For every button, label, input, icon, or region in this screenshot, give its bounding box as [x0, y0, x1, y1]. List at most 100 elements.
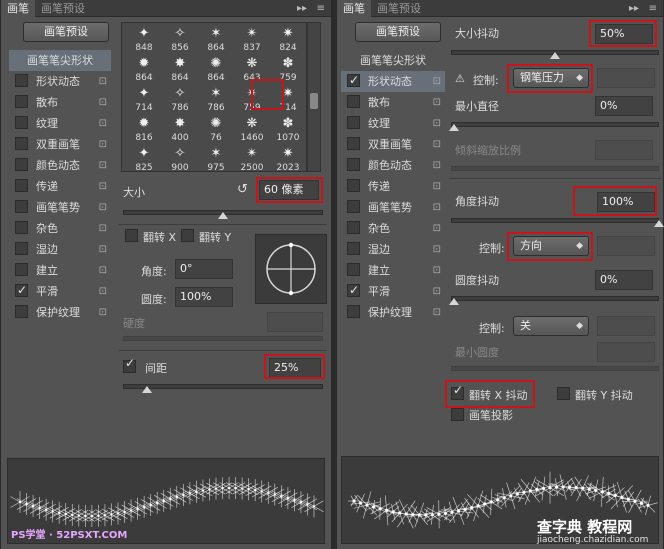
sidebar-item[interactable]: 杂色 ⊡ — [9, 218, 111, 239]
lock-icon[interactable]: ⊡ — [433, 176, 441, 197]
lock-icon[interactable]: ⊡ — [433, 71, 441, 92]
lock-icon[interactable]: ⊡ — [99, 218, 107, 239]
tab-brush-presets[interactable]: 画笔预设 — [371, 0, 427, 17]
min-diameter-input[interactable]: 0% — [595, 96, 653, 116]
sidebar-item[interactable]: 画笔笔尖形状 — [341, 50, 445, 71]
sidebar-item[interactable]: 双重画笔 ⊡ — [341, 134, 445, 155]
brush-presets-button[interactable]: 画笔预设 — [355, 22, 441, 42]
lock-icon[interactable]: ⊡ — [433, 302, 441, 323]
lock-icon[interactable]: ⊡ — [99, 176, 107, 197]
brush-tip[interactable]: ✹ 816 — [126, 115, 162, 145]
brush-presets-button[interactable]: 画笔预设 — [23, 22, 109, 42]
sidebar-checkbox[interactable] — [347, 95, 360, 108]
brush-tip[interactable]: ✶ 786 — [198, 85, 234, 115]
brush-tip[interactable]: ✧ 786 — [162, 85, 198, 115]
min-diameter-thumb[interactable] — [449, 124, 459, 131]
sidebar-item[interactable]: 建立 ⊡ — [341, 260, 445, 281]
flip-y-jitter-checkbox[interactable] — [557, 387, 570, 400]
sidebar-checkbox[interactable] — [347, 305, 360, 318]
lock-icon[interactable]: ⊡ — [99, 260, 107, 281]
sidebar-checkbox[interactable] — [15, 263, 28, 276]
roundness-input[interactable]: 100% — [175, 287, 233, 307]
lock-icon[interactable]: ⊡ — [433, 260, 441, 281]
sidebar-checkbox[interactable] — [15, 158, 28, 171]
sidebar-checkbox[interactable] — [347, 179, 360, 192]
sidebar-item[interactable]: 湿边 ⊡ — [341, 239, 445, 260]
sidebar-checkbox[interactable] — [15, 305, 28, 318]
brush-tip[interactable]: ✦ 714 — [126, 85, 162, 115]
brush-projection-checkbox[interactable] — [451, 408, 464, 421]
collapse-icon[interactable]: ▸▸ — [629, 0, 639, 17]
panel-menu-icon[interactable]: ≡ — [649, 0, 657, 17]
brush-tip[interactable]: ✹ 864 — [126, 55, 162, 85]
angle-jitter-slider-thumb[interactable] — [654, 220, 664, 227]
angle-roundness-widget[interactable] — [255, 234, 327, 304]
lock-icon[interactable]: ⊡ — [433, 155, 441, 176]
roundness-jitter-slider[interactable] — [451, 296, 659, 301]
sidebar-checkbox[interactable] — [347, 116, 360, 129]
sidebar-checkbox[interactable] — [15, 95, 28, 108]
lock-icon[interactable]: ⊡ — [99, 155, 107, 176]
brush-tip[interactable]: ✶ 975 — [198, 145, 234, 171]
sidebar-item[interactable]: 颜色动态 ⊡ — [9, 155, 111, 176]
brush-tip[interactable]: ✽ 1070 — [270, 115, 306, 145]
lock-icon[interactable]: ⊡ — [99, 134, 107, 155]
sidebar-item[interactable]: 颜色动态 ⊡ — [341, 155, 445, 176]
brush-tip[interactable]: ✧ 856 — [162, 25, 198, 55]
sidebar-checkbox[interactable]: ✓ — [347, 283, 360, 297]
brush-tip[interactable]: ✦ 825 — [126, 145, 162, 171]
brush-tip[interactable]: ✺ 76 — [198, 115, 234, 145]
brush-tip[interactable]: ✸ 400 — [162, 115, 198, 145]
brush-tip[interactable]: ✴ 837 — [234, 25, 270, 55]
lock-icon[interactable]: ⊡ — [433, 197, 441, 218]
sidebar-checkbox[interactable] — [347, 221, 360, 234]
sidebar-checkbox[interactable] — [15, 221, 28, 234]
sidebar-item[interactable]: 保护纹理 ⊡ — [341, 302, 445, 323]
sidebar-item[interactable]: 传递 ⊡ — [341, 176, 445, 197]
sidebar-item[interactable]: 建立 ⊡ — [9, 260, 111, 281]
lock-icon[interactable]: ⊡ — [433, 113, 441, 134]
lock-icon[interactable]: ⊡ — [99, 281, 107, 302]
lock-icon[interactable]: ⊡ — [433, 218, 441, 239]
sidebar-checkbox[interactable]: ✓ — [15, 283, 28, 297]
sidebar-checkbox[interactable] — [347, 263, 360, 276]
lock-icon[interactable]: ⊡ — [433, 239, 441, 260]
sidebar-checkbox[interactable] — [347, 137, 360, 150]
lock-icon[interactable]: ⊡ — [433, 134, 441, 155]
brush-tip[interactable]: ✴ 2500 — [234, 145, 270, 171]
brush-tip[interactable]: ✷ 824 — [270, 25, 306, 55]
sidebar-item[interactable]: 散布 ⊡ — [341, 92, 445, 113]
panel-menu-icon[interactable]: ≡ — [317, 0, 325, 17]
sidebar-checkbox[interactable] — [15, 179, 28, 192]
lock-icon[interactable]: ⊡ — [433, 281, 441, 302]
spacing-slider-thumb[interactable] — [142, 386, 152, 393]
sidebar-item[interactable]: 画笔笔尖形状 — [9, 50, 111, 71]
roundness-jitter-input[interactable]: 0% — [595, 270, 653, 290]
sidebar-item[interactable]: ✓ 形状动态 ⊡ — [341, 71, 445, 92]
sidebar-item[interactable]: ✓ 平滑 ⊡ — [341, 281, 445, 302]
sidebar-checkbox[interactable] — [15, 74, 28, 87]
sidebar-item[interactable]: 双重画笔 ⊡ — [9, 134, 111, 155]
lock-icon[interactable]: ⊡ — [99, 197, 107, 218]
flip-y-checkbox[interactable] — [181, 229, 194, 242]
sidebar-checkbox[interactable] — [347, 242, 360, 255]
brush-tip[interactable]: ✷ 2023 — [270, 145, 306, 171]
lock-icon[interactable]: ⊡ — [99, 302, 107, 323]
tab-brush[interactable]: 画笔 — [1, 0, 35, 17]
tip-grid-scrollbar[interactable] — [307, 22, 321, 172]
hardness-input[interactable] — [267, 312, 323, 332]
sidebar-checkbox[interactable] — [15, 242, 28, 255]
size-slider-thumb[interactable] — [218, 212, 228, 219]
flip-x-checkbox[interactable] — [125, 229, 138, 242]
sidebar-checkbox[interactable] — [15, 137, 28, 150]
sidebar-item[interactable]: 纹理 ⊡ — [341, 113, 445, 134]
lock-icon[interactable]: ⊡ — [99, 71, 107, 92]
spacing-slider[interactable] — [123, 384, 323, 389]
brush-tip[interactable]: ✶ 864 — [198, 25, 234, 55]
brush-tip[interactable]: ✦ 848 — [126, 25, 162, 55]
brush-tip[interactable]: ✺ 864 — [198, 55, 234, 85]
roundness-control-select[interactable]: 关 ◆ — [513, 316, 589, 336]
lock-icon[interactable]: ⊡ — [99, 239, 107, 260]
sidebar-item[interactable]: 湿边 ⊡ — [9, 239, 111, 260]
spacing-checkbox[interactable]: ✓ — [123, 356, 136, 373]
